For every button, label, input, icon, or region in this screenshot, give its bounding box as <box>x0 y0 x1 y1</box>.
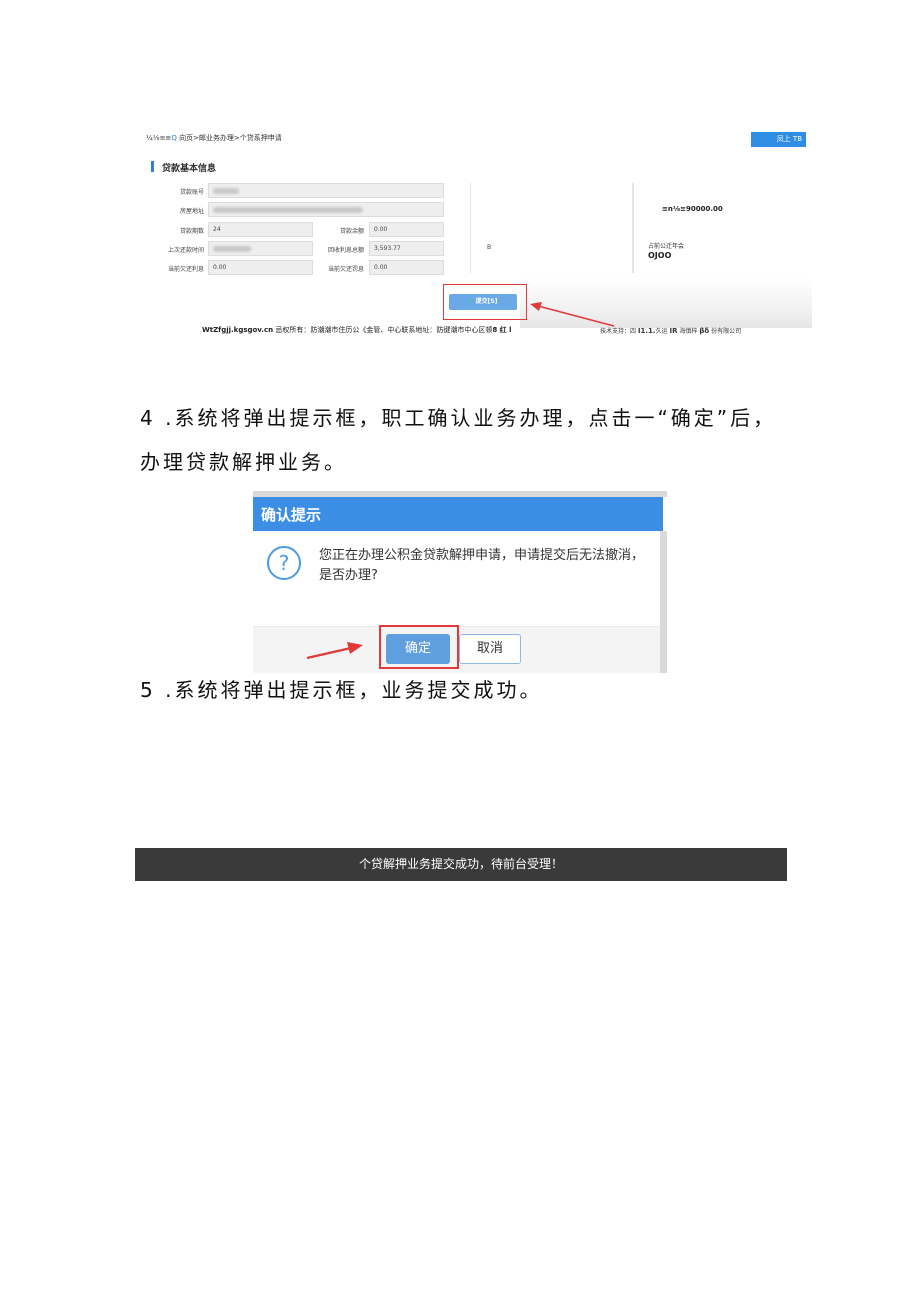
footer-domain: WtZfgjj.kgsgov.cn <box>202 326 274 334</box>
footer-tail: 8 红 l <box>492 326 512 334</box>
footer-support-mid: 久运 <box>655 328 670 335</box>
loan-periods-field[interactable]: 24 <box>208 222 313 237</box>
loan-account-label: 贷款账号 <box>179 189 204 196</box>
loan-info-screenshot: ¼⅛≡≡Q 向页>邮业务办理>个贷系押申请 凤上 TB 贷款基本信息 贷款账号 … <box>140 128 812 358</box>
due-penalty-field[interactable]: 0.00 <box>369 260 444 275</box>
breadcrumb: ¼⅛≡≡Q 向页>邮业务办理>个贷系押申请 <box>146 133 282 143</box>
submit-label: 提交[S] <box>475 298 498 305</box>
house-address-field[interactable] <box>208 202 444 217</box>
due-interest-field[interactable]: 0.00 <box>208 260 313 275</box>
success-toast: 个贷解押业务提交成功，待前台受理！ <box>135 848 787 881</box>
check-icon: ✔ <box>468 298 474 305</box>
dialog-message: 您正在办理公积金贷款解押申请，申请提交后无法撤消，是否办理? <box>319 548 645 583</box>
panel-divider <box>632 183 633 273</box>
top-right-button[interactable]: 凤上 TB <box>751 132 806 147</box>
footer-address: 忌权所有：防潮潮市住历公《金管、中心联系地址：防键潮市中心区顿 <box>273 326 493 334</box>
confirm-highlight-frame <box>379 625 459 669</box>
side-label: 占前公迁年会 <box>648 243 685 250</box>
loan-balance-label: 贷款余额 <box>339 228 364 235</box>
step-5-text: 5 .系统将弹出提示框，业务提交成功。 <box>140 678 543 702</box>
dialog-title: 确认提示 <box>261 506 322 524</box>
footer-support-b2: IR <box>669 327 678 335</box>
confirm-dialog-screenshot: 确认提示 ? 您正在办理公积金贷款解押申请，申请提交后无法撤消，是否办理? 确定… <box>253 491 667 673</box>
due-penalty-label: 当前欠还罚息 <box>327 266 364 273</box>
footer-support-mid2: 海慎梓 <box>677 328 700 335</box>
submit-button[interactable]: ✔ 提交[S] <box>449 294 517 310</box>
step-4-text: 4 .系统将弹出提示框，职工确认业务办理，点击一“确定”后，办理贷款解押业务。 <box>140 406 777 474</box>
form-side-panel <box>470 183 634 273</box>
side-value: OJOO <box>648 251 672 260</box>
breadcrumb-path: 向页>邮业务办理>个贷系押申请 <box>179 134 282 142</box>
question-icon: ? <box>267 546 301 580</box>
breadcrumb-prefix: ¼⅛≡≡ <box>146 134 172 142</box>
section-marker <box>151 161 154 172</box>
footer-support-b3: βδ <box>699 327 710 335</box>
loan-balance-field[interactable]: 0.00 <box>369 222 444 237</box>
recovered-interest-label: 回收利息总额 <box>327 247 364 254</box>
section-title: 贷款基本信息 <box>162 164 217 174</box>
side-mark: В <box>487 244 492 251</box>
side-amount: ≡n⅛≡90000.00 <box>662 205 723 213</box>
last-repay-time-field[interactable] <box>208 241 313 256</box>
arrow-icon <box>306 642 363 660</box>
footer-support-b1: I1.1. <box>637 327 656 335</box>
due-interest-label: 当前欠还利息 <box>167 266 204 273</box>
dialog-right-edge <box>660 531 667 673</box>
loan-periods-label: 贷款期数 <box>179 228 204 235</box>
recovered-interest-field[interactable]: 3,593.77 <box>369 241 444 256</box>
last-repay-time-label: 上次还款时间 <box>167 247 204 254</box>
footer-support-prefix: 技术支持：四 <box>600 328 638 335</box>
cancel-button[interactable]: 取消 <box>459 634 521 664</box>
loan-account-field[interactable] <box>208 183 444 198</box>
footer-support-suffix: 份有限公司 <box>709 328 742 335</box>
house-address-label: 房屋地址 <box>179 208 204 215</box>
footer-copyright: WtZfgjj.kgsgov.cn 忌权所有：防潮潮市住历公《金管、中心联系地址… <box>202 325 511 335</box>
breadcrumb-search-icon: Q <box>171 134 177 142</box>
footer-support: 技术支持：四 I1.1.久运 IR 海慎梓 βδ 份有限公司 <box>600 327 760 336</box>
arrow-icon <box>530 302 615 327</box>
